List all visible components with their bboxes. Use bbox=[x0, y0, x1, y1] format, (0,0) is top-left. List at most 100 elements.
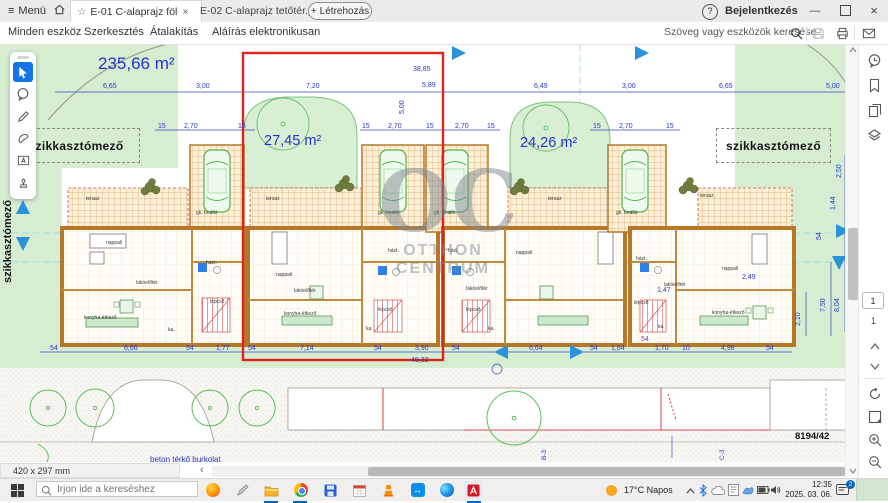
tray-date: 2025. 03. 06. bbox=[780, 490, 832, 500]
layers-icon bbox=[867, 128, 882, 143]
rotate-page-button[interactable] bbox=[866, 385, 883, 402]
tab-title: E-01 C-alaprajz földsz... bbox=[90, 6, 178, 18]
chevron-down-icon bbox=[870, 363, 880, 370]
highlighter-icon bbox=[17, 132, 30, 145]
maximize-icon bbox=[840, 5, 851, 16]
search-icon[interactable] bbox=[790, 27, 803, 40]
taskbar-search-input[interactable] bbox=[36, 481, 198, 497]
notes-icon[interactable] bbox=[728, 484, 739, 496]
comments-panel-button[interactable] bbox=[866, 52, 883, 69]
cursor-icon bbox=[17, 66, 29, 79]
page-size-status: 420 x 297 mm bbox=[0, 463, 180, 478]
menu-item-edit[interactable]: Szerkesztés bbox=[84, 26, 144, 38]
tab-document-1[interactable]: ☆ E-01 C-alaprajz földsz... × bbox=[70, 0, 202, 23]
taskbar-acrobat-icon[interactable] bbox=[464, 481, 483, 499]
create-label: Létrehozás bbox=[320, 6, 369, 17]
previous-page-button[interactable] bbox=[866, 338, 883, 355]
show-desktop-area[interactable] bbox=[856, 479, 888, 501]
close-window-button[interactable]: × bbox=[861, 0, 887, 21]
tray-expand-icon[interactable] bbox=[686, 488, 695, 494]
app-menu-label: Menü bbox=[18, 3, 46, 19]
taskbar-floppy-app-icon[interactable] bbox=[321, 481, 340, 499]
home-icon bbox=[53, 3, 66, 16]
menu-item-esign[interactable]: Aláírás elektronikusan bbox=[212, 26, 320, 38]
select-tool-button[interactable] bbox=[13, 62, 33, 82]
menu-item-all-tools[interactable]: Minden eszköz bbox=[8, 26, 81, 38]
watermark-line2: CENTRUM bbox=[378, 260, 508, 278]
taskbar-vlc-icon[interactable] bbox=[379, 481, 398, 499]
start-button[interactable] bbox=[8, 481, 27, 499]
windows-taskbar: ↔ 17°C Napos 12:35 2025. 03. 06. 2 bbox=[0, 478, 888, 501]
weather-label[interactable]: 17°C Napos bbox=[624, 479, 673, 501]
bookmarks-panel-button[interactable] bbox=[866, 77, 883, 94]
titlebar: ≡ Menü ☆ E-01 C-alaprajz földsz... × E-0… bbox=[0, 0, 888, 23]
pages-icon bbox=[868, 103, 882, 118]
zoom-out-button[interactable] bbox=[866, 453, 883, 470]
taskbar-explorer-icon[interactable] bbox=[262, 481, 281, 499]
print-icon[interactable] bbox=[836, 27, 849, 40]
tab-title: E-02 C-alaprajz tetőtér.pdf bbox=[200, 5, 323, 17]
sign-in-label: Bejelentkezés bbox=[725, 5, 798, 17]
scroll-up-icon[interactable] bbox=[849, 47, 857, 53]
home-button[interactable] bbox=[53, 3, 66, 19]
zoom-out-icon bbox=[868, 455, 882, 469]
add-text-tool-button[interactable] bbox=[13, 150, 33, 170]
stamp-tool-button[interactable] bbox=[13, 172, 33, 192]
rotate-icon bbox=[868, 387, 882, 401]
toolbar: Minden eszköz Szerkesztés Átalakítás Alá… bbox=[0, 22, 888, 45]
scroll-thumb[interactable] bbox=[368, 467, 845, 476]
zoom-in-button[interactable] bbox=[866, 431, 883, 448]
acrobat-window: 235,66 m² 27,45 m² 24,26 m² szikkasztóme… bbox=[0, 0, 888, 500]
tray-clock[interactable]: 12:35 2025. 03. 06. bbox=[780, 480, 832, 500]
help-glyph: ? bbox=[707, 6, 712, 16]
drag-handle[interactable] bbox=[17, 56, 29, 59]
minimize-button[interactable]: — bbox=[802, 0, 828, 21]
plus-icon: + bbox=[311, 6, 317, 17]
menu-item-convert[interactable]: Átalakítás bbox=[150, 26, 198, 38]
email-icon[interactable] bbox=[862, 27, 876, 40]
page-number-input[interactable] bbox=[862, 292, 884, 309]
notification-badge: 2 bbox=[846, 480, 855, 489]
battery-icon[interactable] bbox=[757, 486, 770, 494]
create-button[interactable]: + Létrehozás bbox=[308, 2, 372, 20]
bookmark-icon bbox=[868, 78, 881, 93]
stamp-icon bbox=[17, 176, 30, 189]
scroll-thumb[interactable] bbox=[848, 228, 858, 300]
taskbar-firefox-icon[interactable] bbox=[203, 481, 222, 499]
textbox-icon bbox=[17, 154, 30, 167]
weather-sun-icon[interactable] bbox=[606, 485, 617, 496]
snapshot-button[interactable] bbox=[866, 408, 883, 425]
comment-tool-button[interactable] bbox=[13, 84, 33, 104]
taskbar-chrome-icon[interactable] bbox=[291, 481, 310, 499]
page-thumbnails-button[interactable] bbox=[866, 102, 883, 119]
watermark-monogram: OC bbox=[378, 162, 508, 242]
street-zone bbox=[0, 368, 852, 462]
cloud-icon[interactable] bbox=[711, 486, 725, 495]
close-tab-icon[interactable]: × bbox=[182, 6, 188, 18]
maximize-button[interactable] bbox=[832, 0, 858, 21]
taskbar-browser-app-icon[interactable] bbox=[437, 481, 456, 499]
taskbar-calendar-icon[interactable] bbox=[350, 481, 369, 499]
scroll-down-icon[interactable] bbox=[849, 468, 857, 474]
highlight-tool-button[interactable] bbox=[13, 128, 33, 148]
action-center-button[interactable]: 2 bbox=[836, 483, 850, 497]
next-page-button[interactable] bbox=[866, 358, 883, 375]
star-icon[interactable]: ☆ bbox=[77, 6, 86, 18]
sign-in-button[interactable]: Bejelentkezés bbox=[725, 3, 798, 19]
help-icon[interactable]: ? bbox=[702, 4, 718, 20]
taskbar-graphics-tool-icon[interactable] bbox=[233, 481, 252, 499]
bluetooth-icon[interactable] bbox=[699, 484, 707, 497]
horizontal-scrollbar[interactable] bbox=[212, 466, 845, 477]
snapshot-icon bbox=[868, 410, 882, 424]
app-menu-button[interactable]: ≡ Menü bbox=[8, 3, 46, 19]
draw-tool-button[interactable] bbox=[13, 106, 33, 126]
divider bbox=[806, 26, 807, 40]
comments-icon bbox=[867, 53, 882, 68]
layers-panel-button[interactable] bbox=[866, 127, 883, 144]
vertical-scrollbar[interactable] bbox=[845, 44, 859, 478]
taskbar-teamviewer-icon[interactable]: ↔ bbox=[408, 481, 427, 499]
save-icon[interactable] bbox=[812, 27, 825, 40]
scroll-left-arrow[interactable]: ‹ bbox=[200, 464, 204, 476]
tray-app-icon[interactable] bbox=[742, 485, 754, 495]
hamburger-icon: ≡ bbox=[8, 3, 14, 19]
